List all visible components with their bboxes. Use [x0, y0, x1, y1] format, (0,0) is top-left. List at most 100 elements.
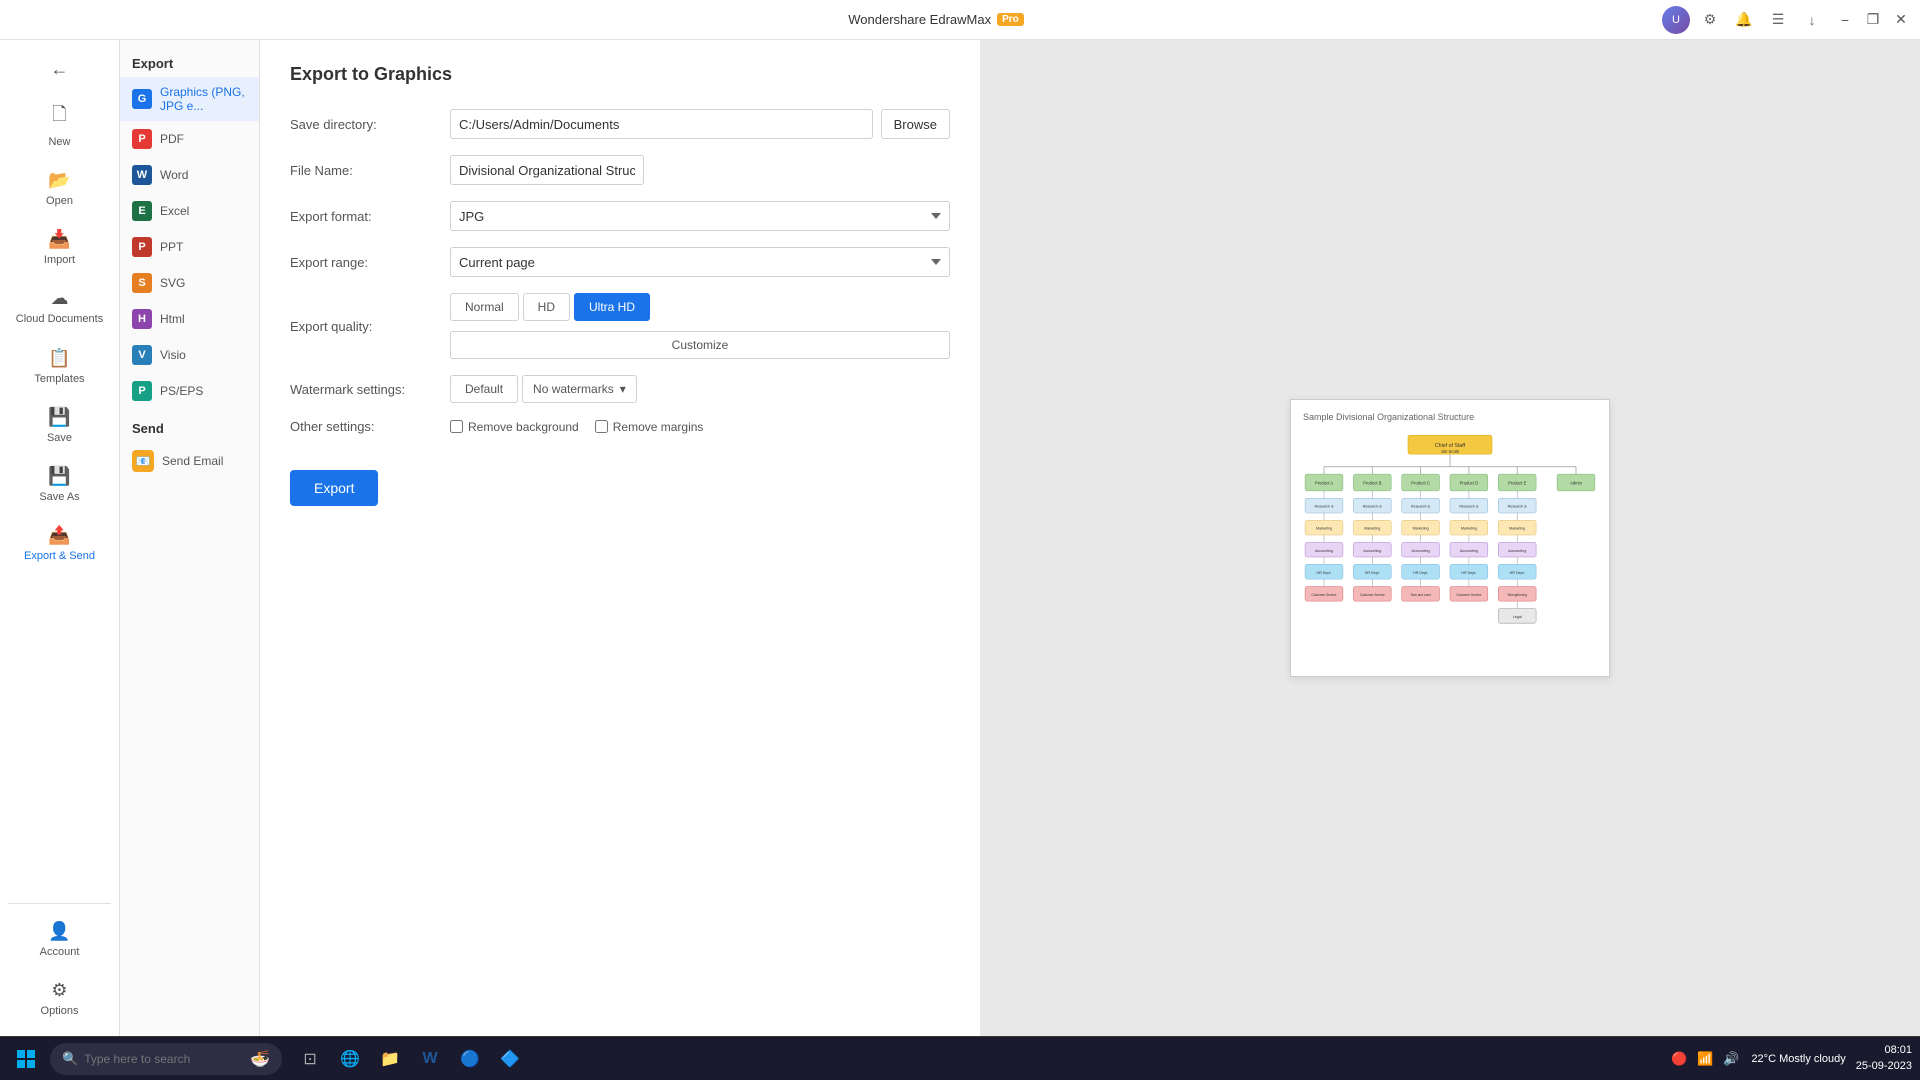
close-button[interactable]: ✕ — [1892, 11, 1910, 29]
remove-margins-checkbox[interactable]: Remove margins — [595, 420, 704, 434]
ppt-format-icon: P — [132, 237, 152, 257]
customize-button[interactable]: Customize — [450, 331, 950, 359]
quality-normal-button[interactable]: Normal — [450, 293, 519, 321]
quality-hd-button[interactable]: HD — [523, 293, 570, 321]
taskbar-apps: ⊡ 🌐 📁 W 🔵 🔷 — [292, 1041, 528, 1077]
taskbar-app-edraw[interactable]: 🔷 — [492, 1041, 528, 1077]
sub-nav-ppt[interactable]: P PPT — [120, 229, 259, 265]
export-format-select[interactable]: JPG PNG BMP GIF SVG — [450, 201, 950, 231]
svg-text:HR Dept.: HR Dept. — [1510, 571, 1525, 575]
svg-text:Product E: Product E — [1508, 481, 1527, 486]
export-button[interactable]: Export — [290, 470, 378, 506]
download-icon[interactable]: ↓ — [1798, 6, 1826, 34]
sub-nav: Export G Graphics (PNG, JPG e... P PDF W… — [120, 40, 260, 1036]
taskbar-date-display: 25-09-2023 — [1856, 1059, 1912, 1074]
menu-icon[interactable]: ☰ — [1764, 6, 1792, 34]
sub-nav-word[interactable]: W Word — [120, 157, 259, 193]
wifi-icon[interactable]: 📶 — [1695, 1049, 1715, 1069]
remove-margins-input[interactable] — [595, 420, 608, 433]
sub-nav-pseps[interactable]: P PS/EPS — [120, 373, 259, 409]
other-settings-checkboxes: Remove background Remove margins — [450, 420, 950, 434]
notification-area-icon[interactable]: 🔴 — [1669, 1049, 1689, 1069]
sub-nav-visio[interactable]: V Visio — [120, 337, 259, 373]
taskbar-app-files[interactable]: 📁 — [372, 1041, 408, 1077]
nav-item-save-as[interactable]: 💾 Save As — [5, 456, 114, 513]
nav-label-save: Save — [47, 432, 72, 444]
export-format-control: JPG PNG BMP GIF SVG — [450, 201, 950, 231]
svg-text:Accounting: Accounting — [1315, 549, 1333, 553]
restore-button[interactable]: ❐ — [1864, 11, 1882, 29]
other-settings-row: Other settings: Remove background Remove… — [290, 419, 950, 434]
quality-ultrahd-button[interactable]: Ultra HD — [574, 293, 650, 321]
nav-item-import[interactable]: 📥 Import — [5, 219, 114, 276]
taskbar: 🔍 🍜 ⊡ 🌐 📁 W 🔵 🔷 🔴 📶 🔊 22°C Mostly — [0, 1036, 1920, 1080]
sub-nav-html[interactable]: H Html — [120, 301, 259, 337]
app-title: Wondershare EdrawMax — [848, 12, 991, 27]
svg-text:HR Dept.: HR Dept. — [1365, 571, 1380, 575]
new-icon: 🗋 — [52, 102, 66, 132]
nav-label-export-send: Export & Send — [24, 550, 95, 563]
svg-text:Accounting: Accounting — [1412, 549, 1430, 553]
start-button[interactable] — [8, 1041, 44, 1077]
save-directory-input[interactable] — [450, 109, 873, 139]
weather-info: 22°C Mostly cloudy — [1751, 1053, 1845, 1065]
minimize-button[interactable]: − — [1836, 11, 1854, 29]
nav-item-account[interactable]: 👤 Account — [5, 911, 114, 968]
svg-text:Accounting: Accounting — [1508, 549, 1526, 553]
svg-text:HR Dept.: HR Dept. — [1316, 571, 1331, 575]
settings-icon[interactable]: ⚙ — [1696, 6, 1724, 34]
watermark-none-dropdown[interactable]: No watermarks ▾ — [522, 375, 637, 403]
remove-background-checkbox[interactable]: Remove background — [450, 420, 579, 434]
nav-item-templates[interactable]: 📋 Templates — [5, 338, 114, 395]
nav-item-open[interactable]: 📂 Open — [5, 160, 114, 217]
sub-nav-svg[interactable]: S SVG — [120, 265, 259, 301]
save-directory-input-group: Browse — [450, 109, 950, 139]
account-icon: 👤 — [48, 921, 70, 942]
svg-text:Accounting: Accounting — [1460, 549, 1478, 553]
browse-button[interactable]: Browse — [881, 109, 950, 139]
export-range-label: Export range: — [290, 255, 450, 270]
svg-text:Marketing: Marketing — [1509, 527, 1525, 531]
svg-text:Product D: Product D — [1460, 481, 1479, 486]
avatar-icon[interactable]: U — [1662, 6, 1690, 34]
org-chart-svg: Chief of Staff Jim Smith Product A Produ… — [1303, 430, 1597, 661]
sub-nav-pdf[interactable]: P PDF — [120, 121, 259, 157]
watermark-default-button[interactable]: Default — [450, 375, 518, 403]
save-as-icon: 💾 — [48, 466, 70, 487]
speaker-icon[interactable]: 🔊 — [1721, 1049, 1741, 1069]
nav-item-save[interactable]: 💾 Save — [5, 397, 114, 454]
taskbar-app-chrome[interactable]: 🔵 — [452, 1041, 488, 1077]
nav-item-new[interactable]: 🗋 New — [5, 92, 114, 158]
remove-background-label: Remove background — [468, 420, 579, 434]
remove-background-input[interactable] — [450, 420, 463, 433]
pseps-label: PS/EPS — [160, 384, 203, 398]
nav-item-cloud[interactable]: ☁ Cloud Documents — [5, 278, 114, 336]
nav-item-export-send[interactable]: 📤 Export & Send — [5, 515, 114, 573]
sub-nav-excel[interactable]: E Excel — [120, 193, 259, 229]
taskbar-search-input[interactable] — [84, 1052, 244, 1066]
nav-label-import: Import — [44, 254, 75, 266]
send-email-icon: 📧 — [132, 450, 154, 472]
send-email-item[interactable]: 📧 Send Email — [120, 442, 259, 480]
svg-text:Admin: Admin — [1570, 481, 1583, 486]
other-settings-label: Other settings: — [290, 419, 450, 434]
file-name-input[interactable] — [450, 155, 644, 185]
edge-icon: 🌐 — [340, 1049, 360, 1069]
sub-nav-graphics[interactable]: G Graphics (PNG, JPG e... — [120, 77, 259, 121]
watermark-buttons-group: Default No watermarks ▾ — [450, 375, 950, 403]
export-quality-label: Export quality: — [290, 319, 450, 334]
export-range-select[interactable]: Current page All pages Selection — [450, 247, 950, 277]
watermark-label: Watermark settings: — [290, 382, 450, 397]
taskbar-app-word[interactable]: W — [412, 1041, 448, 1077]
other-settings-control: Remove background Remove margins — [450, 420, 950, 434]
word-app-icon: W — [423, 1050, 438, 1068]
notification-icon[interactable]: 🔔 — [1730, 6, 1758, 34]
svg-text:Research &: Research & — [1363, 505, 1383, 509]
taskbar-app-view[interactable]: ⊡ — [292, 1041, 328, 1077]
back-button[interactable]: ← — [5, 49, 114, 90]
user-avatar[interactable]: U — [1662, 6, 1690, 34]
nav-item-options[interactable]: ⚙ Options — [5, 970, 114, 1027]
save-directory-row: Save directory: Browse — [290, 109, 950, 139]
taskbar-app-edge[interactable]: 🌐 — [332, 1041, 368, 1077]
taskbar-search-box[interactable]: 🔍 🍜 — [50, 1043, 282, 1075]
